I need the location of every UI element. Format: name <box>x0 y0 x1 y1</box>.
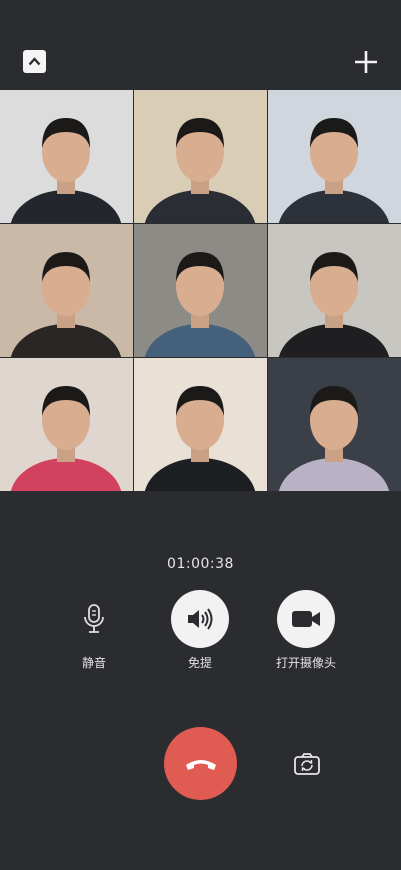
plus-icon[interactable] <box>352 48 380 76</box>
participant-video-frame <box>268 358 401 491</box>
participant-video-frame <box>0 90 133 223</box>
participant-video-tile[interactable] <box>0 90 133 223</box>
hangup-button[interactable] <box>164 727 237 800</box>
speaker-label: 免提 <box>187 656 212 670</box>
chevron-up-icon[interactable] <box>23 50 46 73</box>
participant-video-frame <box>134 358 267 491</box>
call-duration: 01:00:38 <box>167 556 234 572</box>
phone-hangup-icon <box>185 759 216 770</box>
video-grid <box>0 90 401 491</box>
participant-video-frame <box>268 90 401 223</box>
participant-video-tile[interactable] <box>268 90 401 223</box>
participant-video-tile[interactable] <box>268 224 401 357</box>
microphone-icon <box>65 590 123 648</box>
participant-video-frame <box>0 224 133 357</box>
video-camera-icon <box>277 590 335 648</box>
participant-video-tile[interactable] <box>268 358 401 491</box>
camera-button[interactable]: 打开摄像头 <box>256 590 356 671</box>
participant-video-frame <box>134 90 267 223</box>
participant-video-frame <box>0 358 133 491</box>
mute-label: 静音 <box>81 656 106 670</box>
participant-video-tile[interactable] <box>134 358 267 491</box>
participant-video-frame <box>268 224 401 357</box>
switch-camera-icon[interactable] <box>293 750 321 778</box>
mute-button[interactable]: 静音 <box>44 590 144 671</box>
top-bar <box>0 0 401 90</box>
participant-video-tile[interactable] <box>134 224 267 357</box>
camera-label: 打开摄像头 <box>275 656 336 670</box>
participant-video-tile[interactable] <box>134 90 267 223</box>
speaker-button[interactable]: 免提 <box>150 590 250 671</box>
participant-video-tile[interactable] <box>0 358 133 491</box>
participant-video-tile[interactable] <box>0 224 133 357</box>
participant-video-frame <box>134 224 267 357</box>
speaker-icon <box>171 590 229 648</box>
